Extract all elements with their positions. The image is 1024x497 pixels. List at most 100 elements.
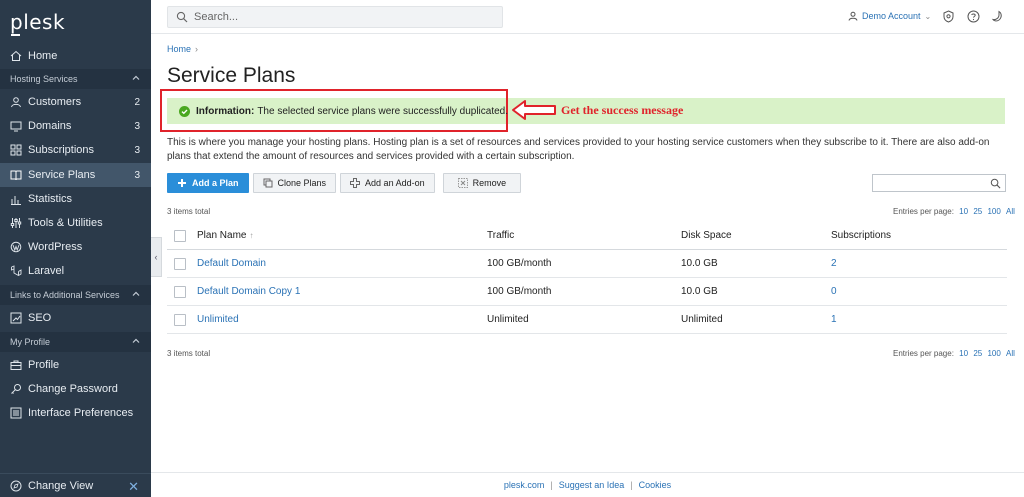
section-label: My Profile	[10, 337, 51, 347]
items-total-bottom: 3 items total	[167, 349, 211, 358]
subscriptions-link[interactable]: 2	[831, 258, 837, 269]
sidebar-item-label: Home	[28, 50, 58, 62]
annotation-label: Get the success message	[561, 103, 684, 117]
select-all-checkbox[interactable]	[174, 229, 186, 242]
footer-link-cookies[interactable]: Cookies	[639, 480, 672, 490]
sidebar-item-label: Profile	[28, 359, 60, 371]
search-input[interactable]: Search...	[167, 6, 503, 28]
section-hosting-services[interactable]: Hosting Services	[0, 69, 151, 89]
copy-icon	[263, 178, 273, 188]
close-icon[interactable]: ✕	[128, 479, 139, 495]
sidebar-item-domains[interactable]: Domains 3	[0, 114, 151, 138]
sidebar-item-interface-preferences[interactable]: Interface Preferences	[0, 401, 151, 425]
entries-per-page-label: Entries per page:	[893, 349, 954, 358]
search-placeholder: Search...	[194, 11, 239, 23]
page-size-10[interactable]: 10	[959, 349, 968, 358]
briefcase-icon	[10, 359, 22, 371]
page-size-25[interactable]: 25	[973, 207, 982, 216]
chevron-up-icon	[132, 75, 140, 80]
sidebar-item-label: SEO	[28, 312, 52, 324]
entries-per-page-label: Entries per page:	[893, 207, 954, 216]
breadcrumb-home[interactable]: Home	[167, 44, 191, 54]
sidebar-item-statistics[interactable]: Statistics	[0, 187, 151, 211]
top-header: Search... Demo Account ⌄	[151, 0, 1024, 34]
sidebar-item-home[interactable]: Home	[0, 44, 151, 68]
sidebar-item-subscriptions[interactable]: Subscriptions 3	[0, 138, 151, 162]
page-size-100[interactable]: 100	[987, 207, 1000, 216]
message-text: The selected service plans were successf…	[257, 106, 509, 117]
account-menu[interactable]: Demo Account ⌄	[848, 11, 931, 21]
page-title: Service Plans	[167, 64, 296, 87]
trend-chart-icon	[10, 312, 22, 324]
sidebar-item-label: Service Plans	[28, 169, 96, 181]
bar-chart-icon	[10, 193, 22, 205]
success-message: Information: The selected service plans …	[179, 106, 508, 117]
grid-icon	[10, 144, 22, 156]
plan-name-link[interactable]: Default Domain	[197, 258, 266, 269]
row-checkbox[interactable]	[174, 285, 186, 298]
list-icon	[10, 407, 22, 419]
chevron-up-icon	[132, 338, 140, 343]
change-view-bar[interactable]: Change View ✕	[0, 473, 151, 497]
user-icon	[10, 96, 22, 108]
sidebar-item-label: Subscriptions	[28, 144, 95, 156]
plesk-logo[interactable]: plesk	[10, 10, 65, 34]
sidebar-item-label: Change Password	[28, 383, 118, 395]
list-search-input[interactable]	[872, 174, 1006, 192]
column-header-disk-space[interactable]: Disk Space	[681, 230, 732, 241]
row-checkbox[interactable]	[174, 313, 186, 326]
traffic-value: Unlimited	[487, 314, 529, 325]
account-name: Demo Account	[862, 11, 921, 21]
sidebar-item-tools-utilities[interactable]: Tools & Utilities	[0, 211, 151, 235]
remove-button[interactable]: Remove	[442, 173, 522, 193]
subscriptions-link[interactable]: 1	[831, 314, 837, 325]
sidebar-item-label: Tools & Utilities	[28, 217, 103, 229]
shield-icon[interactable]	[942, 10, 955, 23]
sidebar-item-label: Interface Preferences	[28, 407, 134, 419]
disk-space-value: 10.0 GB	[681, 286, 718, 297]
sidebar-item-label: Customers	[28, 96, 82, 108]
column-header-subscriptions[interactable]: Subscriptions	[831, 230, 891, 241]
plan-name-link[interactable]: Unlimited	[197, 314, 239, 325]
footer-separator: |	[550, 480, 553, 490]
chevron-up-icon	[132, 291, 140, 296]
check-circle-icon	[179, 106, 190, 117]
section-my-profile[interactable]: My Profile	[0, 332, 151, 352]
key-icon	[10, 383, 22, 395]
sidebar-item-customers[interactable]: Customers 2	[0, 90, 151, 114]
laravel-icon	[10, 265, 22, 277]
page-size-all[interactable]: All	[1006, 207, 1015, 216]
sidebar-item-seo[interactable]: SEO	[0, 306, 151, 330]
footer-link-suggest-idea[interactable]: Suggest an Idea	[559, 480, 625, 490]
help-icon[interactable]	[967, 10, 980, 23]
sidebar-item-service-plans[interactable]: Service Plans 3	[0, 163, 151, 187]
page-size-25[interactable]: 25	[973, 349, 982, 358]
chevron-right-icon: ›	[195, 44, 199, 54]
page-size-10[interactable]: 10	[959, 207, 968, 216]
column-header-traffic[interactable]: Traffic	[487, 230, 514, 241]
moon-icon[interactable]	[991, 10, 1004, 23]
sidebar-item-laravel[interactable]: Laravel	[0, 259, 151, 283]
button-label: Clone Plans	[277, 178, 327, 188]
column-header-plan-name[interactable]: Plan Name ↑	[197, 230, 253, 241]
plan-name-link[interactable]: Default Domain Copy 1	[197, 286, 300, 297]
chevron-down-icon: ⌄	[924, 11, 932, 21]
search-icon	[990, 178, 1001, 189]
page-size-all[interactable]: All	[1006, 349, 1015, 358]
clone-plans-button[interactable]: Clone Plans	[252, 173, 337, 193]
add-addon-button[interactable]: Add an Add-on	[340, 173, 435, 193]
subscriptions-link[interactable]: 0	[831, 286, 837, 297]
section-links-additional-services[interactable]: Links to Additional Services	[0, 285, 151, 305]
row-checkbox[interactable]	[174, 257, 186, 270]
plus-icon	[178, 179, 186, 187]
page-size-100[interactable]: 100	[987, 349, 1000, 358]
wordpress-icon	[10, 241, 22, 253]
sidebar-item-change-password[interactable]: Change Password	[0, 377, 151, 401]
sidebar-item-wordpress[interactable]: WordPress	[0, 235, 151, 259]
sidebar-item-profile[interactable]: Profile	[0, 353, 151, 377]
footer-link-plesk[interactable]: plesk.com	[504, 480, 545, 490]
items-total-top: 3 items total	[167, 207, 211, 216]
main-content: Home › Service Plans Information: The se…	[151, 34, 1024, 472]
add-plan-button[interactable]: Add a Plan	[167, 173, 249, 193]
section-label: Hosting Services	[10, 74, 78, 84]
